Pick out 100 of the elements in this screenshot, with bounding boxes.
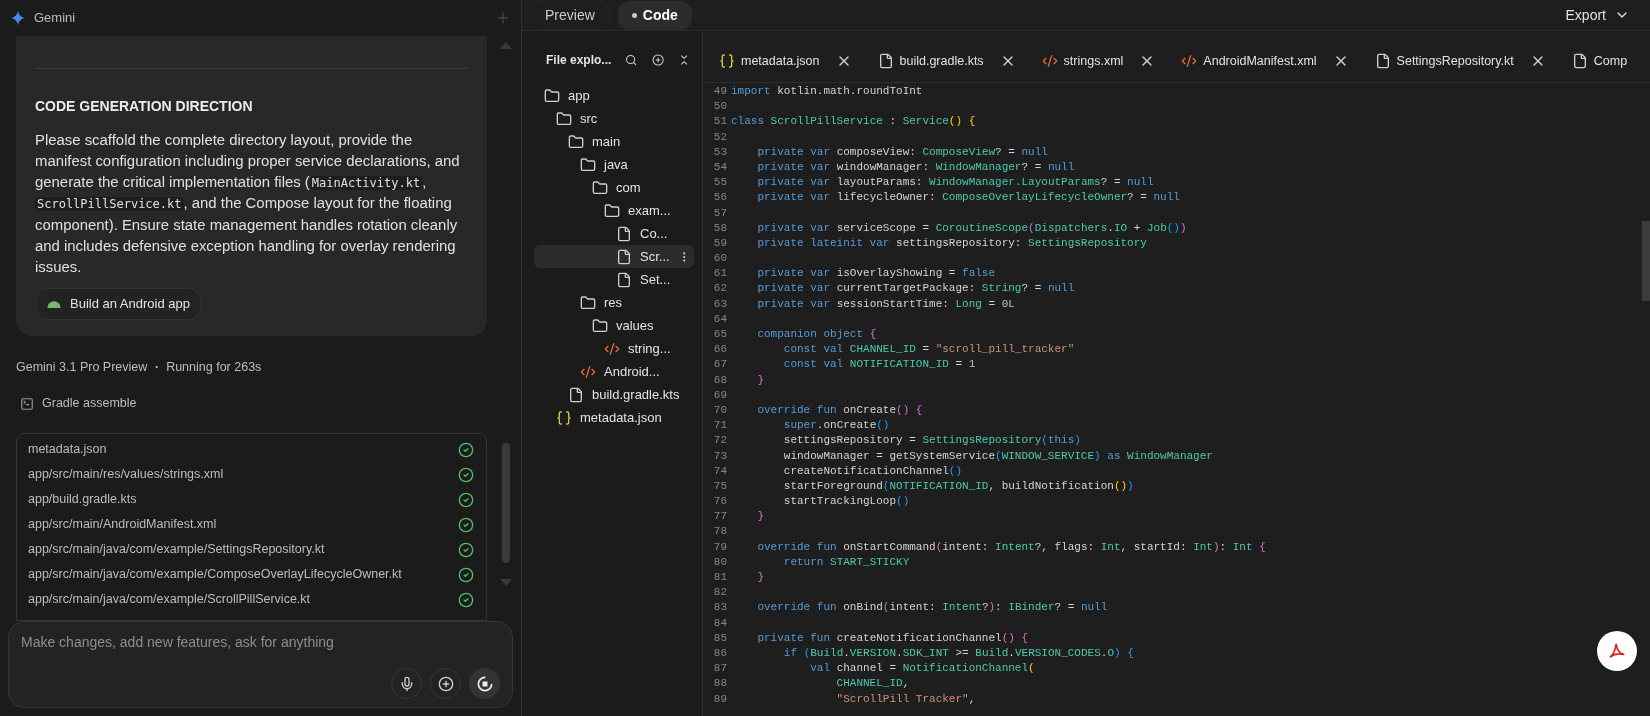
tree-item[interactable]: main [534, 130, 694, 153]
file-icon [568, 386, 584, 403]
editor-tab[interactable]: metadata.json [719, 51, 852, 71]
pdf-icon [1607, 641, 1627, 661]
pdf-button[interactable] [1597, 631, 1637, 671]
line-number: 85 [712, 630, 728, 646]
code-line: private var layoutParams: WindowManager.LayoutParams? = null [756, 175, 1154, 191]
tree-item[interactable]: com [534, 176, 694, 199]
view-tab[interactable]: Preview [530, 0, 610, 30]
tree-item[interactable]: string... [534, 337, 694, 360]
line-number: 69 [712, 387, 728, 403]
tree-item[interactable]: java [534, 153, 694, 176]
code-line: CHANNEL_ID, [835, 676, 910, 692]
line-number: 53 [712, 144, 728, 160]
code-line: override fun onBind(intent: Intent?): IBinder? = null [756, 600, 1108, 616]
tree-item[interactable]: metadata.json [534, 406, 694, 429]
prompt-chip[interactable]: Build an Android app [35, 287, 201, 320]
editor-tab-label: AndroidManifest.xml [1203, 52, 1317, 70]
braces-icon [556, 409, 572, 426]
tree-item-label: res [604, 293, 624, 312]
editor-tab[interactable]: AndroidManifest.xml [1181, 51, 1349, 71]
code-line: windowManager = getSystemService(WINDOW_SERVICE) as WindowManager [782, 448, 1213, 464]
line-number: 70 [712, 402, 728, 418]
code-line: startTrackingLoop() [782, 494, 910, 510]
line-number: 74 [712, 463, 728, 479]
file-path: app/src/main/java/com/example/SettingsRepository.kt [28, 541, 326, 559]
line-number: 78 [712, 524, 728, 540]
line-number: 68 [712, 372, 728, 388]
folder-icon [592, 179, 608, 196]
code-line: private var serviceScope = CoroutineScope(Dispatchers.IO + Job()) [756, 220, 1187, 236]
file-icon [616, 271, 632, 288]
folder-icon [592, 317, 608, 334]
file-path: app/src/main/java/com/example/ScrollPillService.kt [28, 591, 312, 609]
code-line: private var lifecycleOwner: ComposeOverlayLifecycleOwner? = null [756, 190, 1180, 206]
task-label: Gradle assemble [42, 395, 137, 413]
tree-item[interactable]: exam... [534, 199, 694, 222]
line-number: 61 [712, 266, 728, 282]
editor-tab[interactable]: strings.xml [1041, 51, 1156, 71]
code-line: const val CHANNEL_ID = "scroll_pill_tracker" [782, 342, 1075, 358]
tree-item[interactable]: app [534, 84, 694, 107]
prompt-input[interactable]: Make changes, add new features, ask for anything [21, 632, 500, 653]
code-line: override fun onStartCommand(intent: Intent?, flags: Int, startId: Int): Int { [756, 539, 1266, 555]
code-line: } [756, 509, 764, 525]
tree-item[interactable]: Co... [534, 222, 694, 245]
line-number: 63 [712, 296, 728, 312]
line-number: 52 [712, 129, 728, 145]
file-path: app/src/main/java/com/example/ComposeOverlayLifecycleOwner.kt [28, 566, 403, 584]
file-icon [1374, 53, 1391, 69]
editor-tab-label: SettingsRepository.kt [1396, 52, 1514, 70]
tree-item[interactable]: build.gradle.kts [534, 383, 694, 406]
code-line: import kotlin.math.roundToInt [731, 84, 923, 99]
tree-item-label: string... [628, 339, 672, 358]
export-button[interactable]: Export [1565, 4, 1630, 26]
view-tab[interactable]: Code [617, 0, 692, 30]
add-file-icon[interactable] [651, 52, 664, 68]
code-line: private lateinit var settingsRepository: SettingsRepository [756, 235, 1147, 251]
code-line: private var sessionStartTime: Long = 0L [756, 296, 1015, 312]
tree-item-label: build.gradle.kts [592, 385, 681, 404]
line-number: 55 [712, 175, 728, 191]
code-line: settingsRepository = SettingsRepository(this) [782, 433, 1081, 449]
sparkle-icon [10, 10, 26, 26]
line-number: 51 [712, 114, 728, 130]
code-line: } [756, 570, 764, 585]
code-icon [604, 340, 620, 357]
line-number: 73 [712, 448, 728, 464]
tree-item-label: com [616, 178, 642, 197]
line-number: 77 [712, 509, 728, 525]
separator-dot: • [155, 360, 159, 373]
plus-circle-icon [437, 675, 454, 692]
editor-tab[interactable]: build.gradle.kts [877, 51, 1016, 71]
line-number: 89 [712, 691, 728, 707]
editor-tab[interactable]: Comp [1571, 51, 1628, 71]
code-line: super.onCreate() [782, 418, 890, 434]
search-icon[interactable] [625, 52, 638, 68]
tree-item-label: Co... [640, 224, 669, 243]
line-number: 54 [712, 159, 728, 175]
line-number: 83 [712, 600, 728, 616]
tree-item[interactable]: Scr... [534, 245, 694, 268]
code-line: companion object { [756, 327, 877, 342]
line-number: 84 [712, 615, 728, 631]
editor-tab[interactable]: SettingsRepository.kt [1374, 51, 1546, 71]
tree-item[interactable]: values [534, 314, 694, 337]
line-number: 66 [712, 342, 728, 358]
tree-item[interactable]: Set... [534, 268, 694, 291]
stop-button[interactable] [469, 668, 500, 699]
tree-item-label: Android... [604, 362, 661, 381]
code-line: if (Build.VERSION.SDK_INT >= Build.VERSION_CODES.O) { [782, 645, 1134, 661]
tree-item-label: metadata.json [580, 408, 663, 427]
tree-item-label: Scr... [640, 247, 670, 266]
tree-item[interactable]: Android... [534, 360, 694, 383]
line-number: 56 [712, 190, 728, 206]
tree-item-label: values [616, 316, 655, 335]
code-line: val channel = NotificationChannel( [809, 661, 1035, 677]
code-line: private var currentTargetPackage: String? = null [756, 281, 1075, 297]
tree-item[interactable]: res [534, 291, 694, 314]
file-icon [877, 53, 894, 69]
tree-item[interactable]: src [534, 107, 694, 130]
folder-icon [568, 133, 584, 150]
tree-item-label: main [592, 132, 622, 151]
tree-item-label: exam... [628, 201, 672, 220]
